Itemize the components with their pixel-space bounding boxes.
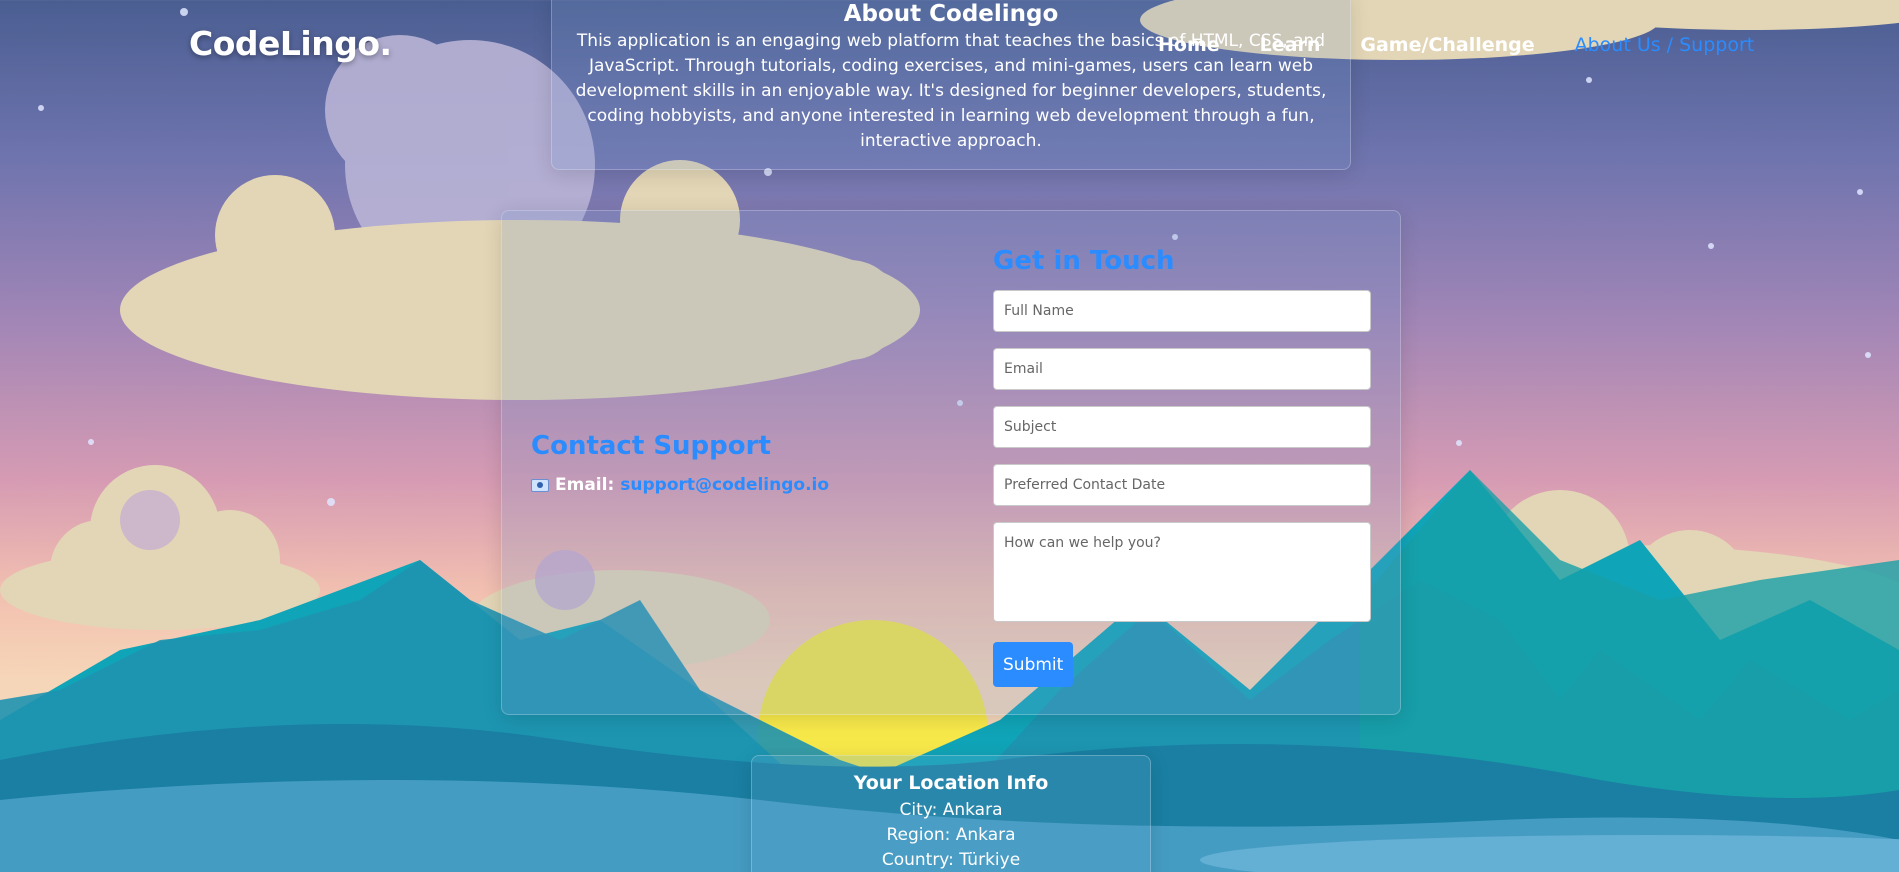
submit-button[interactable]: Submit (993, 642, 1074, 687)
nav-learn[interactable]: Learn (1260, 34, 1321, 56)
contact-support-section: Contact Support Email: support@codelingo… (531, 431, 951, 495)
email-field[interactable] (993, 348, 1371, 390)
form-title: Get in Touch (993, 246, 1175, 276)
location-title: Your Location Info (853, 772, 1049, 794)
support-email-row: Email: support@codelingo.io (531, 475, 951, 495)
nav-about-support[interactable]: About Us / Support (1575, 34, 1755, 56)
support-email-link[interactable]: support@codelingo.io (620, 475, 829, 495)
app-logo[interactable]: CodeLingo. (189, 24, 392, 63)
nav-game-challenge[interactable]: Game/Challenge (1360, 34, 1534, 56)
nav-home[interactable]: Home (1158, 34, 1220, 56)
about-card: About Codelingo This application is an e… (551, 0, 1351, 170)
contact-card: Contact Support Email: support@codelingo… (501, 210, 1401, 715)
about-title: About Codelingo (843, 1, 1059, 27)
contact-support-title: Contact Support (531, 431, 771, 461)
message-field[interactable] (993, 522, 1371, 622)
location-card: Your Location Info City: Ankara Region: … (751, 755, 1151, 872)
subject-field[interactable] (993, 406, 1371, 448)
contact-form: Get in Touch Submit (993, 246, 1373, 687)
preferred-date-field[interactable] (993, 464, 1371, 506)
envelope-icon (531, 478, 549, 492)
location-city: City: Ankara (899, 800, 1003, 820)
location-region: Region: Ankara (886, 825, 1016, 845)
location-country: Country: Türkiye (881, 850, 1021, 870)
full-name-field[interactable] (993, 290, 1371, 332)
main-nav: Home Learn Game/Challenge About Us / Sup… (1158, 34, 1754, 56)
email-label: Email: (555, 475, 615, 495)
